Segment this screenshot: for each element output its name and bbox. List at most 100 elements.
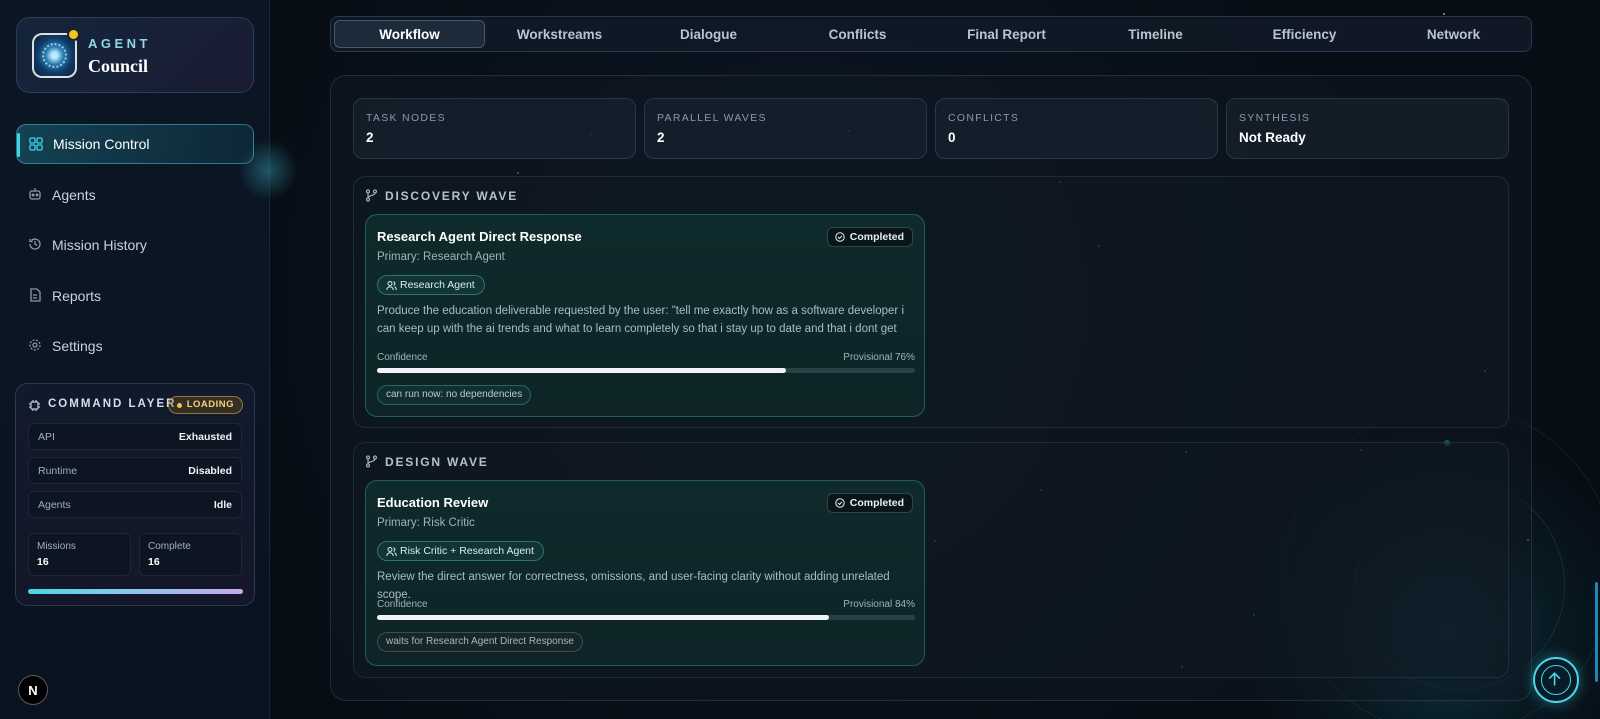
history-icon: [29, 238, 41, 250]
agents-status-row: Agents Idle: [28, 491, 242, 518]
task-primary-agent: Primary: Research Agent: [377, 251, 505, 263]
agent-chip: Research Agent: [377, 275, 485, 295]
tab-workstreams[interactable]: Workstreams: [485, 20, 634, 48]
tab-network[interactable]: Network: [1379, 20, 1528, 48]
row-label: Runtime: [38, 464, 78, 477]
command-layer-title: COMMAND LAYER: [48, 398, 177, 410]
scroll-to-top-button[interactable]: [1533, 657, 1579, 703]
confidence-bar: [377, 368, 915, 373]
confidence-label: Confidence: [377, 352, 428, 363]
sidebar: AGENT Council Mission Control Agents Mis…: [0, 0, 298, 719]
discovery-wave: DISCOVERY WAVE Research Agent Direct Res…: [353, 176, 1509, 428]
scroll-to-top-ring: [1541, 665, 1571, 695]
bot-icon: [29, 188, 41, 200]
notification-dot: [67, 28, 80, 41]
confidence-value: Provisional 84%: [843, 599, 915, 610]
confidence-label: Confidence: [377, 599, 428, 610]
brand-line2: Council: [88, 56, 149, 76]
brand-line1: AGENT: [88, 36, 151, 51]
stat-value: 16: [37, 556, 49, 568]
git-branch-icon: [365, 189, 378, 202]
confidence-fill: [377, 368, 786, 373]
stat-label: Complete: [148, 541, 191, 552]
runtime-status-row: Runtime Disabled: [28, 457, 242, 484]
sidebar-item-label: Mission Control: [53, 136, 150, 152]
arrow-up-icon: [1548, 672, 1561, 686]
row-value: Idle: [213, 498, 232, 511]
confidence-row: Confidence Provisional 76%: [377, 352, 915, 363]
stat-value: 16: [148, 556, 160, 568]
sidebar-item-label: Mission History: [52, 237, 147, 253]
dashboard-icon: [29, 137, 43, 151]
row-value: Exhausted: [178, 430, 232, 443]
task-primary-agent: Primary: Risk Critic: [377, 517, 475, 529]
row-label: Agents: [38, 498, 71, 511]
sidebar-item-mission-history[interactable]: Mission History: [16, 225, 254, 265]
tab-dialogue[interactable]: Dialogue: [634, 20, 783, 48]
sidebar-item-label: Reports: [52, 288, 102, 304]
sidebar-item-mission-control[interactable]: Mission Control: [16, 124, 254, 164]
cpu-icon: [29, 400, 40, 411]
tab-workflow[interactable]: Workflow: [334, 20, 485, 48]
status-badge: LOADING: [167, 396, 243, 414]
wave-title: DESIGN WAVE: [385, 455, 489, 469]
check-circle-icon: [835, 498, 845, 508]
status-label: Completed: [849, 231, 904, 243]
status-badge: Completed: [826, 227, 913, 247]
sidebar-item-label: Agents: [52, 187, 96, 203]
document-icon: [30, 288, 41, 302]
scrollbar-thumb[interactable]: [1595, 582, 1598, 682]
stat-value: 2: [366, 130, 374, 145]
stat-parallel-waves: PARALLEL WAVES 2: [644, 98, 927, 159]
users-icon: [386, 547, 397, 557]
task-description: Produce the education deliverable reques…: [377, 305, 904, 335]
stat-conflicts: CONFLICTS 0: [935, 98, 1218, 159]
dependency-chip: waits for Research Agent Direct Response: [377, 632, 583, 652]
stat-label: Missions: [37, 541, 76, 552]
confidence-bar: [377, 615, 915, 620]
dev-tools-badge[interactable]: N: [18, 675, 48, 705]
check-circle-icon: [835, 232, 845, 242]
task-card[interactable]: Research Agent Direct Response Completed…: [365, 214, 925, 417]
stat-label: CONFLICTS: [948, 112, 1020, 124]
sidebar-item-reports[interactable]: Reports: [16, 276, 254, 316]
stat-value: Not Ready: [1239, 130, 1306, 145]
stat-value: 2: [657, 130, 665, 145]
tab-timeline[interactable]: Timeline: [1081, 20, 1230, 48]
sidebar-item-agents[interactable]: Agents: [16, 175, 254, 215]
sidebar-item-label: Settings: [52, 338, 103, 354]
sidebar-item-settings[interactable]: Settings: [16, 326, 254, 366]
missions-stat: Missions 16: [28, 533, 131, 576]
status-label: Completed: [849, 497, 904, 509]
tab-conflicts[interactable]: Conflicts: [783, 20, 932, 48]
stat-label: PARALLEL WAVES: [657, 112, 767, 124]
complete-stat: Complete 16: [139, 533, 242, 576]
brand-card[interactable]: AGENT Council: [16, 17, 254, 93]
row-label: API: [38, 430, 55, 443]
users-icon: [386, 281, 397, 291]
gear-icon: [29, 339, 41, 351]
tab-final-report[interactable]: Final Report: [932, 20, 1081, 48]
api-status-row: API Exhausted: [28, 423, 242, 450]
workflow-panel: TASK NODES 2 PARALLEL WAVES 2 CONFLICTS …: [330, 75, 1532, 701]
stat-label: SYNTHESIS: [1239, 112, 1311, 124]
command-progress-bar: [28, 589, 243, 594]
wave-title: DISCOVERY WAVE: [385, 189, 519, 203]
confidence-fill: [377, 615, 829, 620]
task-title: Education Review: [377, 495, 489, 510]
stat-synthesis: SYNTHESIS Not Ready: [1226, 98, 1509, 159]
git-branch-icon: [365, 455, 378, 468]
star: [1443, 13, 1445, 15]
confidence-row: Confidence Provisional 84%: [377, 599, 915, 610]
confidence-value: Provisional 76%: [843, 352, 915, 363]
task-card[interactable]: Education Review Completed Primary: Risk…: [365, 480, 925, 666]
row-value: Disabled: [188, 464, 232, 477]
chip-label: Research Agent: [400, 279, 475, 291]
status-badge: Completed: [826, 493, 913, 513]
tab-efficiency[interactable]: Efficiency: [1230, 20, 1379, 48]
agent-chip: Risk Critic + Research Agent: [377, 541, 544, 561]
dependency-chip: can run now: no dependencies: [377, 385, 532, 405]
stat-value: 0: [948, 130, 956, 145]
command-layer-panel: COMMAND LAYER LOADING API Exhausted Runt…: [15, 383, 255, 606]
stat-task-nodes: TASK NODES 2: [353, 98, 636, 159]
